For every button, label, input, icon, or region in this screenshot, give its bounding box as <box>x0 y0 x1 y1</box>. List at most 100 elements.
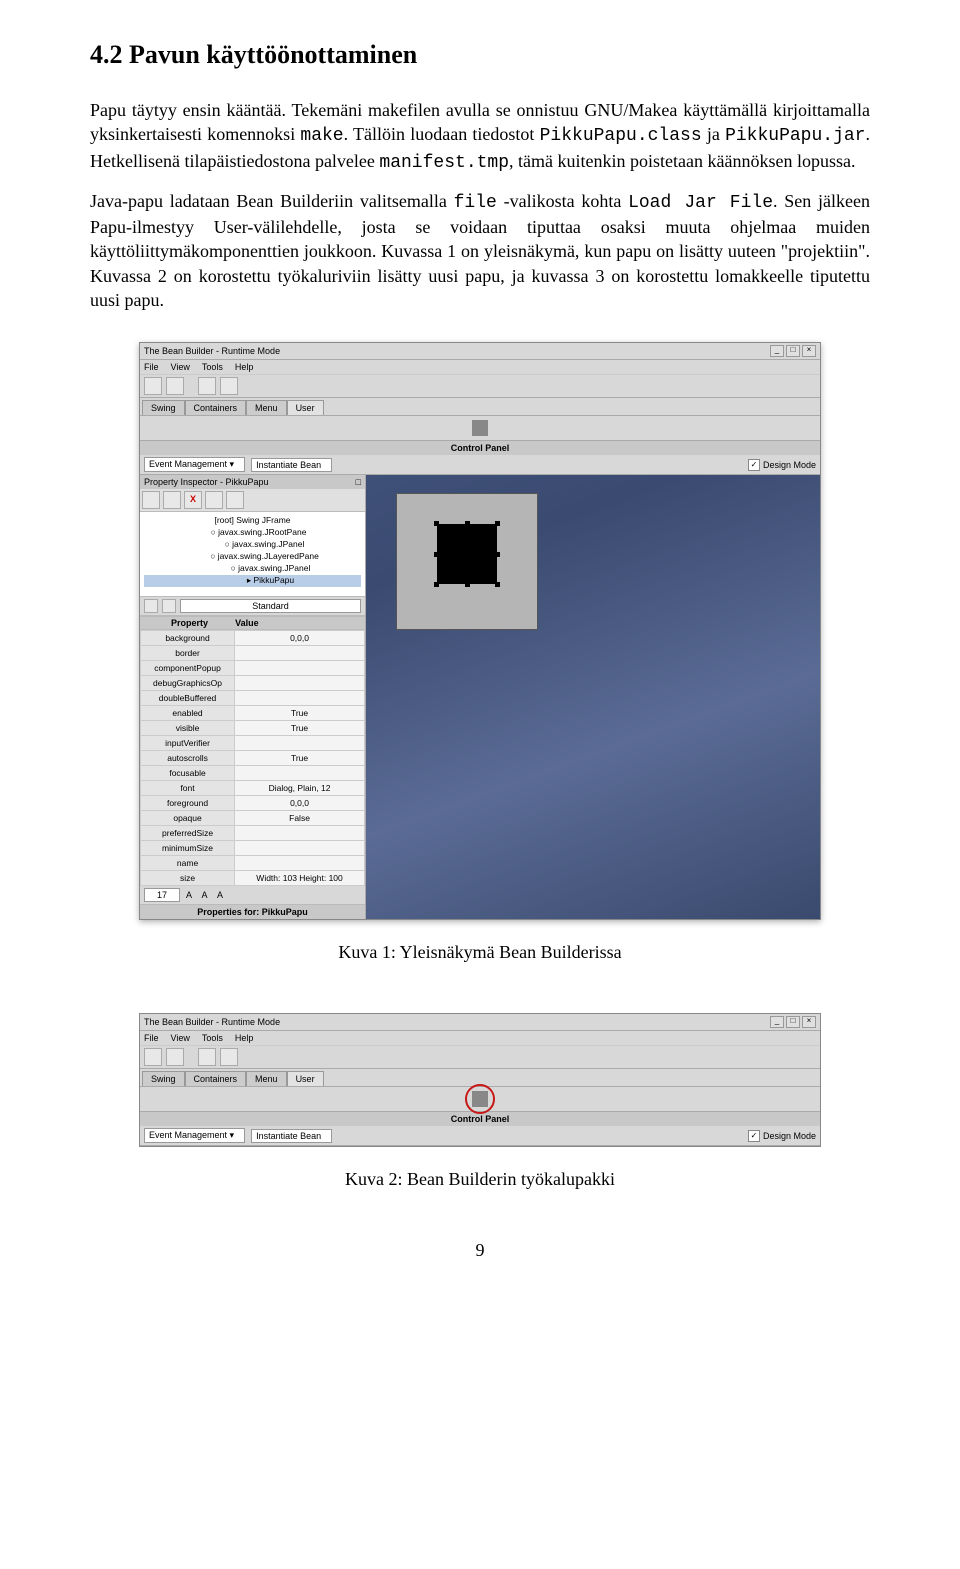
delete-icon[interactable]: X <box>184 491 202 509</box>
resize-handle[interactable] <box>434 552 439 557</box>
window-titlebar[interactable]: The Bean Builder - Runtime Mode _ □ × <box>140 343 820 360</box>
design-canvas[interactable] <box>366 475 820 919</box>
property-value[interactable] <box>235 661 365 676</box>
property-value[interactable]: True <box>235 721 365 736</box>
menu-view[interactable]: View <box>171 1033 190 1043</box>
tree-item[interactable]: ○ javax.swing.JRootPane <box>144 527 361 539</box>
font-size-spinner[interactable]: 17 <box>144 888 180 902</box>
property-row[interactable]: opaqueFalse <box>141 811 365 826</box>
property-value[interactable] <box>235 736 365 751</box>
instantiate-bean-dropdown[interactable]: Instantiate Bean <box>251 1129 332 1143</box>
property-row[interactable]: foreground0,0,0 <box>141 796 365 811</box>
tree-item-selected[interactable]: ▸ PikkuPapu <box>144 575 361 587</box>
property-row[interactable]: enabledTrue <box>141 706 365 721</box>
inspector-close-icon[interactable]: □ <box>356 477 361 487</box>
resize-handle[interactable] <box>495 521 500 526</box>
open-file-icon[interactable] <box>166 377 184 395</box>
event-management-dropdown[interactable]: Event Management ▾ <box>144 1128 245 1143</box>
user-bean-item[interactable] <box>472 420 488 436</box>
tab-user[interactable]: User <box>287 400 324 415</box>
refresh-icon[interactable] <box>226 491 244 509</box>
property-value[interactable]: True <box>235 751 365 766</box>
inspector-title[interactable]: Property Inspector - PikkuPapu □ <box>140 475 365 489</box>
new-file-icon[interactable] <box>144 1048 162 1066</box>
property-row[interactable]: sizeWidth: 103 Height: 100 <box>141 871 365 886</box>
resize-handle[interactable] <box>465 521 470 526</box>
font-style-icons[interactable]: A A A <box>186 890 227 900</box>
tab-menu[interactable]: Menu <box>246 400 287 415</box>
align-icon[interactable] <box>205 491 223 509</box>
resize-handle[interactable] <box>434 521 439 526</box>
property-row[interactable]: preferredSize <box>141 826 365 841</box>
save-icon[interactable] <box>198 377 216 395</box>
maximize-icon[interactable]: □ <box>786 1016 800 1028</box>
instantiate-bean-dropdown[interactable]: Instantiate Bean <box>251 458 332 472</box>
menu-view[interactable]: View <box>171 362 190 372</box>
window-titlebar[interactable]: The Bean Builder - Runtime Mode _ □ × <box>140 1014 820 1031</box>
property-value[interactable] <box>235 646 365 661</box>
open-file-icon[interactable] <box>166 1048 184 1066</box>
prop-nav-left-icon[interactable] <box>144 599 158 613</box>
up-icon[interactable] <box>142 491 160 509</box>
prop-nav-right-icon[interactable] <box>162 599 176 613</box>
property-row[interactable]: debugGraphicsOp <box>141 676 365 691</box>
design-mode-checkbox[interactable]: ✓ Design Mode <box>748 1130 816 1142</box>
tree-item[interactable]: ○ javax.swing.JPanel <box>144 539 361 551</box>
user-bean-item[interactable] <box>472 1091 488 1107</box>
resize-handle[interactable] <box>495 552 500 557</box>
resize-handle[interactable] <box>434 582 439 587</box>
property-row[interactable]: focusable <box>141 766 365 781</box>
design-mode-checkbox[interactable]: ✓ Design Mode <box>748 459 816 471</box>
property-value[interactable] <box>235 676 365 691</box>
property-value[interactable]: 0,0,0 <box>235 796 365 811</box>
property-value[interactable] <box>235 856 365 871</box>
property-row[interactable]: componentPopup <box>141 661 365 676</box>
menu-help[interactable]: Help <box>235 362 254 372</box>
save-as-icon[interactable] <box>220 1048 238 1066</box>
tab-swing[interactable]: Swing <box>142 400 185 415</box>
property-row[interactable]: visibleTrue <box>141 721 365 736</box>
placed-bean[interactable] <box>437 524 497 584</box>
menu-file[interactable]: File <box>144 362 159 372</box>
menu-help[interactable]: Help <box>235 1033 254 1043</box>
menu-tools[interactable]: Tools <box>202 1033 223 1043</box>
property-value[interactable]: 0,0,0 <box>235 631 365 646</box>
property-view-dropdown[interactable]: Standard <box>180 599 361 613</box>
property-value[interactable] <box>235 826 365 841</box>
tab-containers[interactable]: Containers <box>185 1071 247 1086</box>
property-value[interactable]: True <box>235 706 365 721</box>
property-value[interactable] <box>235 691 365 706</box>
new-file-icon[interactable] <box>144 377 162 395</box>
design-frame[interactable] <box>396 493 538 630</box>
down-icon[interactable] <box>163 491 181 509</box>
property-row[interactable]: background0,0,0 <box>141 631 365 646</box>
event-management-dropdown[interactable]: Event Management ▾ <box>144 457 245 472</box>
property-value[interactable]: Dialog, Plain, 12 <box>235 781 365 796</box>
property-row[interactable]: name <box>141 856 365 871</box>
close-icon[interactable]: × <box>802 1016 816 1028</box>
save-as-icon[interactable] <box>220 377 238 395</box>
property-row[interactable]: fontDialog, Plain, 12 <box>141 781 365 796</box>
property-row[interactable]: autoscrollsTrue <box>141 751 365 766</box>
tab-swing[interactable]: Swing <box>142 1071 185 1086</box>
property-row[interactable]: minimumSize <box>141 841 365 856</box>
save-icon[interactable] <box>198 1048 216 1066</box>
minimize-icon[interactable]: _ <box>770 345 784 357</box>
tree-item[interactable]: ○ javax.swing.JLayeredPane <box>144 551 361 563</box>
menu-file[interactable]: File <box>144 1033 159 1043</box>
property-row[interactable]: inputVerifier <box>141 736 365 751</box>
minimize-icon[interactable]: _ <box>770 1016 784 1028</box>
property-value[interactable] <box>235 766 365 781</box>
close-icon[interactable]: × <box>802 345 816 357</box>
property-value[interactable]: False <box>235 811 365 826</box>
menu-tools[interactable]: Tools <box>202 362 223 372</box>
property-value[interactable]: Width: 103 Height: 100 <box>235 871 365 886</box>
property-value[interactable] <box>235 841 365 856</box>
resize-handle[interactable] <box>495 582 500 587</box>
tab-menu[interactable]: Menu <box>246 1071 287 1086</box>
tree-root[interactable]: [root] Swing JFrame <box>144 515 361 527</box>
property-row[interactable]: doubleBuffered <box>141 691 365 706</box>
tree-item[interactable]: ○ javax.swing.JPanel <box>144 563 361 575</box>
component-tree[interactable]: [root] Swing JFrame ○ javax.swing.JRootP… <box>140 512 365 597</box>
property-row[interactable]: border <box>141 646 365 661</box>
